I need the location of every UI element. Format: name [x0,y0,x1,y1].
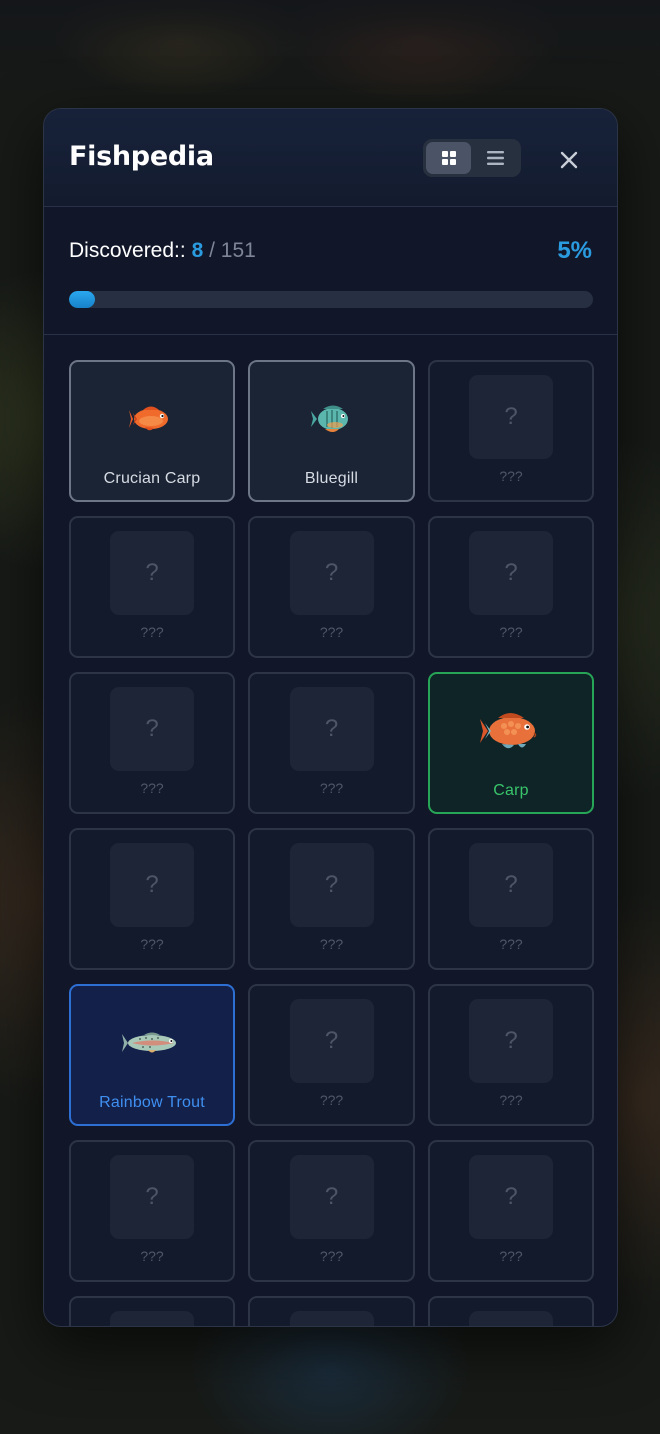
fish-card-crucian-carp[interactable]: Crucian Carp [69,360,235,502]
view-mode-toggle [423,139,521,177]
fish-name: ??? [140,1248,164,1264]
fish-name: ??? [319,1092,344,1108]
fish-card-unknown[interactable]: ? ??? [69,516,235,658]
unknown-fish-placeholder [469,1311,553,1326]
unknown-fish-placeholder: ? [469,375,553,459]
unknown-fish-placeholder: ? [110,843,194,927]
discovered-text: Discovered:: 8 / 151 [69,239,256,263]
crucian-carp-icon [129,406,168,431]
discovered-separator: / [209,239,215,262]
fish-name: ??? [499,468,523,484]
progress-bar [69,291,593,308]
unknown-fish-placeholder: ? [469,531,553,615]
unknown-fish-placeholder: ? [289,843,374,927]
unknown-fish-placeholder: ? [110,531,194,615]
fish-name: ??? [319,624,344,640]
unknown-fish-placeholder [110,1311,194,1326]
discovery-progress: Discovered:: 8 / 151 5% [44,207,617,335]
fish-name: ??? [499,1092,523,1108]
fish-name: ??? [140,936,164,952]
carp-icon [480,713,537,749]
unknown-fish-placeholder: ? [289,999,374,1083]
fish-name: ??? [140,624,164,640]
unknown-fish-placeholder: ? [289,531,374,615]
fish-card-unknown[interactable] [248,1296,415,1326]
fish-card-unknown[interactable]: ? ??? [248,672,415,814]
fish-card-unknown[interactable]: ? ??? [248,828,415,970]
fish-name: Bluegill [304,470,359,487]
discovered-total: 151 [220,239,256,262]
fish-card-unknown[interactable]: ? ??? [428,360,594,502]
fish-card-unknown[interactable]: ? ??? [428,828,594,970]
fish-card-unknown[interactable]: ? ??? [428,516,594,658]
fish-card-unknown[interactable]: ? ??? [248,984,415,1126]
grid-view-button[interactable] [426,142,471,174]
fish-card-unknown[interactable] [428,1296,594,1326]
fish-name: ??? [319,780,344,796]
fish-card-bluegill[interactable]: Bluegill [248,360,415,502]
fish-name: Carp [493,782,529,799]
rainbow-trout-icon [122,1032,176,1053]
fish-card-unknown[interactable]: ? ??? [69,1140,235,1282]
list-view-button[interactable] [473,142,518,174]
unknown-fish-placeholder: ? [469,1155,553,1239]
progress-bar-fill [69,291,96,308]
modal-header: Fishpedia [44,109,617,207]
modal-title: Fishpedia [69,141,214,172]
close-icon [560,151,578,169]
discovered-percent: 5% [557,237,592,264]
fish-name: ??? [499,936,523,952]
unknown-fish-placeholder [289,1311,374,1326]
bluegill-icon [310,405,348,432]
fish-name: Crucian Carp [103,470,201,487]
fish-card-unknown[interactable]: ? ??? [69,672,235,814]
unknown-fish-placeholder: ? [469,843,553,927]
fish-card-rainbow-trout[interactable]: Rainbow Trout [69,984,235,1126]
close-button[interactable] [554,145,584,175]
fish-card-unknown[interactable]: ? ??? [69,828,235,970]
fish-card-unknown[interactable]: ? ??? [428,984,594,1126]
fish-name: ??? [499,1248,523,1264]
fish-card-unknown[interactable]: ? ??? [428,1140,594,1282]
unknown-fish-placeholder: ? [110,1155,194,1239]
fish-card-unknown[interactable]: ? ??? [248,516,415,658]
game-hud-background [0,0,660,90]
fish-name: ??? [319,1248,344,1264]
fish-name: ??? [499,624,523,640]
fish-name: ??? [140,780,164,796]
unknown-fish-placeholder: ? [469,999,553,1083]
unknown-fish-placeholder: ? [289,687,374,771]
fish-card-unknown[interactable] [69,1296,235,1326]
discovered-count: 8 [191,239,204,262]
fish-card-unknown[interactable]: ? ??? [248,1140,415,1282]
fish-name: ??? [319,936,344,952]
unknown-fish-placeholder: ? [110,687,194,771]
discovered-label: Discovered:: [69,239,186,262]
list-view-icon [487,151,504,165]
fish-card-carp[interactable]: Carp [428,672,594,814]
fish-name: Rainbow Trout [99,1094,205,1111]
grid-view-icon [441,151,456,165]
fishpedia-modal: Fishpedia Discovered:: 8 / 151 5% Crucia… [43,108,618,1327]
unknown-fish-placeholder: ? [289,1155,374,1239]
fish-grid: Crucian Carp Bluegill ? ??? ? ??? ? ??? … [69,360,594,1326]
